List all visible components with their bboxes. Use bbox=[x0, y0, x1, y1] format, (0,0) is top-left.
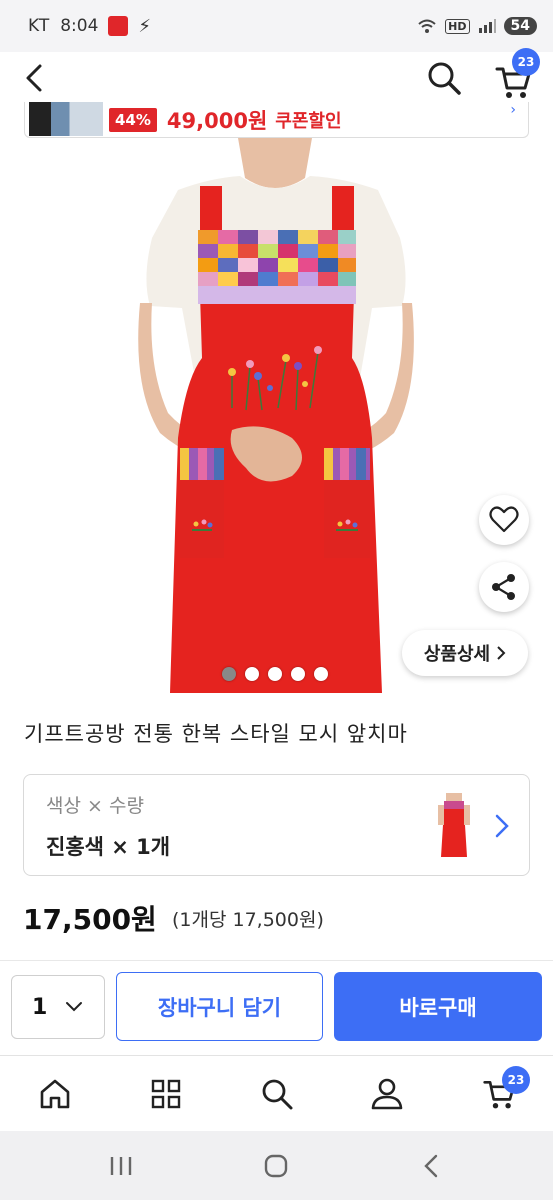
buy-now-button[interactable]: 바로구매 bbox=[334, 972, 542, 1041]
add-to-cart-button[interactable]: 장바구니 담기 bbox=[116, 972, 323, 1041]
promo-thumbnail bbox=[29, 102, 103, 136]
nav-search[interactable] bbox=[255, 1072, 299, 1116]
product-image-gallery[interactable] bbox=[0, 138, 553, 700]
left-pocket bbox=[180, 448, 224, 558]
search-icon bbox=[262, 1079, 293, 1110]
home-icon bbox=[40, 1079, 70, 1109]
system-home-button[interactable] bbox=[256, 1149, 296, 1183]
option-thumbnail bbox=[438, 793, 470, 857]
quantity-select[interactable]: 1 bbox=[11, 975, 105, 1039]
category-grid-icon bbox=[151, 1079, 181, 1109]
share-button[interactable] bbox=[479, 562, 529, 612]
back-icon bbox=[26, 64, 42, 92]
quantity-value: 1 bbox=[32, 994, 48, 1020]
system-back-button[interactable] bbox=[411, 1149, 451, 1183]
battery-indicator: 54 bbox=[503, 17, 537, 35]
total-price: 17,500원 bbox=[23, 903, 157, 936]
system-navigation-bar bbox=[0, 1131, 553, 1200]
hd-voice-badge: HD bbox=[445, 18, 470, 34]
promo-chevron-icon: › bbox=[510, 102, 516, 118]
promo-banner[interactable]: 44% 49,000원 쿠폰할인 › bbox=[24, 102, 529, 138]
unit-price: (1개당 17,500원) bbox=[172, 909, 324, 931]
status-bar: KT 8:04 ⚡ HD 54 bbox=[0, 0, 553, 52]
promo-discount-badge: 44% bbox=[109, 107, 157, 132]
product-title: 기프트공방 전통 한복 스타일 모시 앞치마 bbox=[24, 722, 408, 746]
product-detail-button[interactable]: 상품상세 bbox=[402, 630, 528, 676]
purchase-bar: 1 장바구니 담기 바로구매 bbox=[0, 960, 553, 1055]
chevron-right-icon bbox=[495, 814, 509, 838]
notification-app-icon bbox=[108, 16, 129, 36]
cart-button[interactable]: 23 bbox=[490, 48, 540, 100]
home-circle-icon bbox=[264, 1154, 288, 1178]
option-value: 진홍색 × 1개 bbox=[46, 835, 171, 859]
charging-icon: ⚡ bbox=[138, 15, 152, 37]
product-photo bbox=[138, 138, 414, 693]
option-selector[interactable]: 색상 × 수량 진홍색 × 1개 bbox=[23, 774, 530, 876]
nav-home[interactable] bbox=[33, 1072, 77, 1116]
wishlist-button[interactable] bbox=[479, 495, 529, 545]
promo-price: 49,000원 bbox=[166, 108, 268, 133]
signal-icon bbox=[478, 19, 496, 33]
nav-cart-count-badge: 23 bbox=[502, 1066, 530, 1094]
app-header: 23 bbox=[0, 48, 553, 102]
gallery-pagination bbox=[222, 667, 328, 681]
nav-cart[interactable]: 23 bbox=[478, 1066, 530, 1116]
heart-icon bbox=[489, 506, 519, 533]
promo-coupon-label: 쿠폰할인 bbox=[275, 110, 342, 132]
carrier-label: KT bbox=[28, 16, 51, 36]
wifi-icon bbox=[418, 19, 436, 33]
recent-apps-button[interactable] bbox=[101, 1149, 141, 1183]
nav-category[interactable] bbox=[144, 1072, 188, 1116]
right-pocket bbox=[324, 448, 370, 558]
search-button[interactable] bbox=[424, 58, 464, 98]
option-label: 색상 × 수량 bbox=[46, 795, 144, 817]
recent-apps-icon bbox=[110, 1157, 132, 1175]
user-icon bbox=[371, 1078, 403, 1110]
chevron-down-icon bbox=[66, 1002, 83, 1012]
bottom-navigation: 23 bbox=[0, 1055, 553, 1131]
cart-count-badge: 23 bbox=[512, 48, 540, 76]
back-button[interactable] bbox=[18, 58, 54, 98]
gallery-dot[interactable] bbox=[291, 667, 305, 681]
chevron-right-icon bbox=[497, 646, 506, 660]
product-detail-label: 상품상세 bbox=[423, 644, 491, 665]
share-icon bbox=[492, 574, 515, 600]
patchwork-bib bbox=[198, 230, 356, 304]
system-back-icon bbox=[424, 1154, 438, 1178]
nav-my-page[interactable] bbox=[365, 1072, 409, 1116]
gallery-dot[interactable] bbox=[222, 667, 236, 681]
gallery-dot[interactable] bbox=[314, 667, 328, 681]
gallery-dot[interactable] bbox=[245, 667, 259, 681]
search-icon bbox=[428, 62, 461, 95]
gallery-dot[interactable] bbox=[268, 667, 282, 681]
clock: 8:04 bbox=[60, 16, 99, 36]
